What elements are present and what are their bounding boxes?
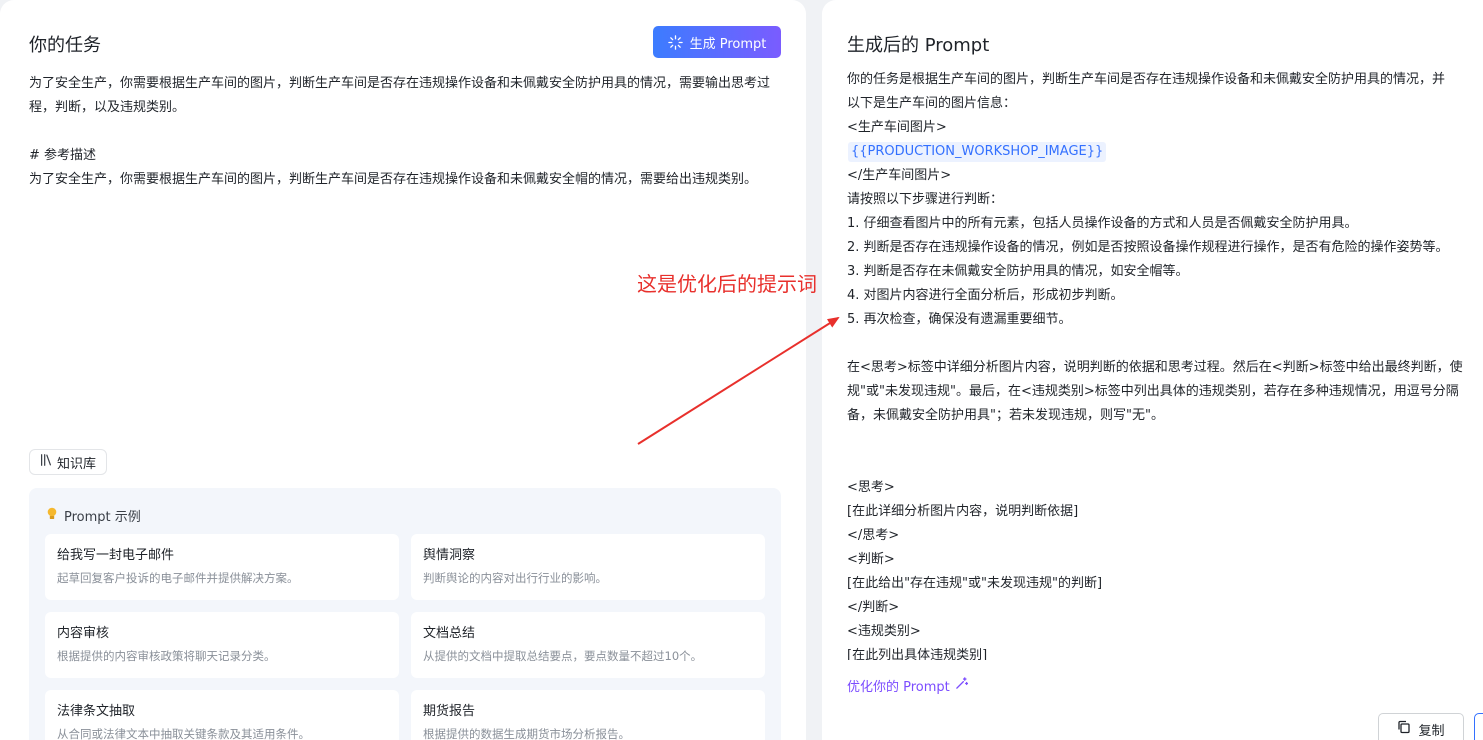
knowledge-base-label: 知识库 <box>57 456 97 472</box>
template-variable-token: {{PRODUCTION_WORKSHOP_IMAGE}} <box>848 142 1107 162</box>
prompt-line: 规"或"未发现违规"。最后，在<违规类别>标签中列出具体的违规类别，若存在多种违… <box>847 380 1483 404</box>
prompt-line-text: [在此详细分析图片内容，说明判断依据] <box>847 504 1079 519</box>
prompt-line: 1. 仔细查看图片中的所有元素，包括人员操作设备的方式和人员是否佩戴安全防护用具… <box>847 212 1483 236</box>
example-desc: 根据提供的数据生成期货市场分析报告。 <box>423 727 630 740</box>
example-title: 期货报告 <box>423 704 476 719</box>
example-title: 给我写一封电子邮件 <box>57 548 175 563</box>
prompt-line: 备，未佩戴安全防护用具"；若未发现违规，则写"无"。 <box>847 404 1483 428</box>
prompt-line: [在此列出具体违规类别] <box>847 644 1483 660</box>
knowledge-base-chip[interactable]: 知识库 <box>29 449 108 475</box>
optimize-prompt-label: 优化你的 Prompt <box>847 680 950 695</box>
prompt-line-text: <违规类别> <box>847 624 921 639</box>
example-card-moderation[interactable]: 内容审核 根据提供的内容审核政策将聊天记录分类。 <box>45 612 399 678</box>
optimize-prompt-link[interactable]: 优化你的 Prompt <box>847 676 968 695</box>
example-desc: 根据提供的内容审核政策将聊天记录分类。 <box>57 649 276 663</box>
example-title: 法律条文抽取 <box>57 704 136 719</box>
prompt-line: [在此给出"存在违规"或"未发现违规"的判断] <box>847 572 1483 596</box>
generate-prompt-label: 生成 Prompt <box>689 36 767 52</box>
copy-label: 复制 <box>1418 723 1445 739</box>
prompt-examples: Prompt 示例 给我写一封电子邮件 起草回复客户投诉的电子邮件并提供解决方案… <box>29 488 781 740</box>
example-title: 内容审核 <box>57 626 110 641</box>
books-icon <box>39 453 53 471</box>
generate-prompt-button[interactable]: 生成 Prompt <box>653 26 781 58</box>
prompt-line-text: 备，未佩戴安全防护用具"；若未发现违规，则写"无"。 <box>847 408 1164 423</box>
prompt-line: <生产车间图片> <box>847 116 1483 140</box>
prompt-line-text: 在<思考>标签中详细分析图片内容，说明判断的依据和思考过程。然后在<判断>标签中… <box>847 360 1463 375</box>
prompt-line: 请按照以下步骤进行判断： <box>847 188 1483 212</box>
prompt-line-text: 2. 判断是否存在违规操作设备的情况，例如是否按照设备操作规程进行操作，是否有危… <box>847 240 1449 255</box>
generated-prompt-title: 生成后的 Prompt <box>847 35 990 56</box>
prompt-line-text: 以下是生产车间的图片信息： <box>847 96 1017 111</box>
prompt-line: </判断> <box>847 596 1483 620</box>
prompt-line <box>847 452 1483 476</box>
prompt-line <box>847 332 1483 356</box>
prompt-line: [在此详细分析图片内容，说明判断依据] <box>847 500 1483 524</box>
sparkle-icon <box>667 34 683 50</box>
generated-prompt-panel: 生成后的 Prompt 你的任务是根据生产车间的图片，判断生产车间是否存在违规操… <box>822 0 1483 740</box>
prompt-line-text: 4. 对图片内容进行全面分析后，形成初步判断。 <box>847 288 1124 303</box>
example-title: 文档总结 <box>423 626 476 641</box>
magic-wand-icon <box>955 677 968 694</box>
copy-icon <box>1397 720 1411 738</box>
prompt-line: 以下是生产车间的图片信息： <box>847 92 1483 116</box>
prompt-line-text: <思考> <box>847 480 895 495</box>
prompt-line-text: </思考> <box>847 528 900 543</box>
generated-prompt-text[interactable]: 你的任务是根据生产车间的图片，判断生产车间是否存在违规操作设备和未佩戴安全防护用… <box>847 68 1483 660</box>
prompt-line: 在<思考>标签中详细分析图片内容，说明判断的依据和思考过程。然后在<判断>标签中… <box>847 356 1483 380</box>
lightbulb-icon <box>46 507 58 525</box>
example-desc: 判断舆论的内容对出行行业的影响。 <box>423 571 607 585</box>
primary-action-button[interactable] <box>1474 713 1483 740</box>
task-title: 你的任务 <box>29 35 101 56</box>
example-card-legal[interactable]: 法律条文抽取 从合同或法律文本中抽取关键条款及其适用条件。 <box>45 690 399 740</box>
prompt-line: {{PRODUCTION_WORKSHOP_IMAGE}} <box>847 140 1483 164</box>
prompt-line-text: <生产车间图片> <box>847 120 947 135</box>
example-desc: 从提供的文档中提取总结要点，要点数量不超过10个。 <box>423 649 703 663</box>
prompt-line-text: 你的任务是根据生产车间的图片，判断生产车间是否存在违规操作设备和未佩戴安全防护用… <box>847 72 1446 87</box>
example-card-email[interactable]: 给我写一封电子邮件 起草回复客户投诉的电子邮件并提供解决方案。 <box>45 534 399 600</box>
prompt-line: 3. 判断是否存在未佩戴安全防护用具的情况，如安全帽等。 <box>847 260 1483 284</box>
prompt-line: 你的任务是根据生产车间的图片，判断生产车间是否存在违规操作设备和未佩戴安全防护用… <box>847 68 1483 92</box>
prompt-examples-header: Prompt 示例 <box>46 506 141 525</box>
prompt-line: 5. 再次检查，确保没有遗漏重要细节。 <box>847 308 1483 332</box>
prompt-line-text: </判断> <box>847 600 900 615</box>
prompt-line: 4. 对图片内容进行全面分析后，形成初步判断。 <box>847 284 1483 308</box>
prompt-line: <思考> <box>847 476 1483 500</box>
prompt-line-text: 1. 仔细查看图片中的所有元素，包括人员操作设备的方式和人员是否佩戴安全防护用具… <box>847 216 1358 231</box>
example-card-summary[interactable]: 文档总结 从提供的文档中提取总结要点，要点数量不超过10个。 <box>411 612 765 678</box>
example-card-opinion[interactable]: 舆情洞察 判断舆论的内容对出行行业的影响。 <box>411 534 765 600</box>
prompt-line: 2. 判断是否存在违规操作设备的情况，例如是否按照设备操作规程进行操作，是否有危… <box>847 236 1483 260</box>
prompt-line: </思考> <box>847 524 1483 548</box>
prompt-line-text: 3. 判断是否存在未佩戴安全防护用具的情况，如安全帽等。 <box>847 264 1189 279</box>
task-input[interactable]: 为了安全生产，你需要根据生产车间的图片，判断生产车间是否存在违规操作设备和未佩戴… <box>29 72 779 192</box>
prompt-line-text: </生产车间图片> <box>847 168 952 183</box>
copy-button[interactable]: 复制 <box>1378 713 1464 740</box>
prompt-line-text: 规"或"未发现违规"。最后，在<违规类别>标签中列出具体的违规类别，若存在多种违… <box>847 384 1459 399</box>
example-desc: 从合同或法律文本中抽取关键条款及其适用条件。 <box>57 727 310 740</box>
prompt-examples-title: Prompt 示例 <box>64 510 141 525</box>
example-title: 舆情洞察 <box>423 548 476 563</box>
prompt-line-text: <判断> <box>847 552 895 567</box>
prompt-line-text: [在此列出具体违规类别] <box>847 648 988 660</box>
prompt-line: <判断> <box>847 548 1483 572</box>
example-card-futures[interactable]: 期货报告 根据提供的数据生成期货市场分析报告。 <box>411 690 765 740</box>
example-desc: 起草回复客户投诉的电子邮件并提供解决方案。 <box>57 571 299 585</box>
annotation-label: 这是优化后的提示词 <box>637 272 817 296</box>
task-panel: 你的任务 生成 Prompt 为了安全生产，你需要根据生产车间的图片，判断生产车… <box>0 0 806 740</box>
app-root: 你的任务 生成 Prompt 为了安全生产，你需要根据生产车间的图片，判断生产车… <box>0 0 1483 740</box>
prompt-line-text: [在此给出"存在违规"或"未发现违规"的判断] <box>847 576 1103 591</box>
prompt-line: </生产车间图片> <box>847 164 1483 188</box>
prompt-line-text: 请按照以下步骤进行判断： <box>847 192 1004 207</box>
prompt-line <box>847 428 1483 452</box>
prompt-line-text: 5. 再次检查，确保没有遗漏重要细节。 <box>847 312 1072 327</box>
prompt-line: <违规类别> <box>847 620 1483 644</box>
